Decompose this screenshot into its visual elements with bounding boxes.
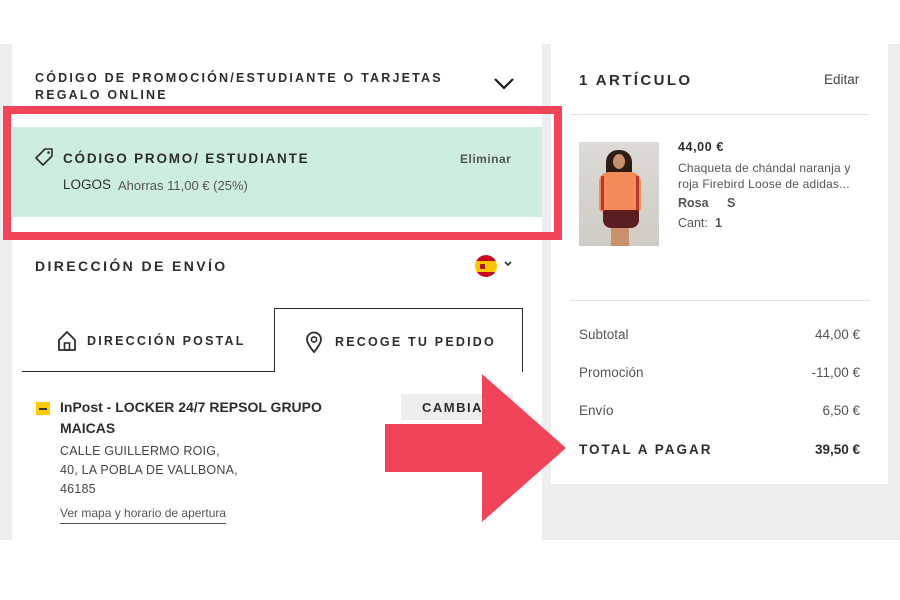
divider [570, 300, 870, 301]
pickup-address-line-1: CALLE GUILLERMO ROIG, [60, 444, 220, 458]
shipping-cost-value: 6,50 € [822, 403, 860, 418]
total-label: TOTAL A PAGAR [579, 442, 713, 457]
house-icon [58, 331, 76, 351]
edit-cart-link[interactable]: Editar [824, 72, 859, 87]
tab-pickup[interactable]: RECOGE TU PEDIDO [274, 308, 523, 372]
product-color: Rosa [678, 196, 709, 210]
shipping-cost-label: Envío [579, 403, 614, 418]
pointer-arrow-icon [385, 374, 566, 522]
country-chevron-down-icon[interactable] [503, 259, 513, 269]
product-price: 44,00 € [678, 140, 724, 154]
tab-postal-label: DIRECCIÓN POSTAL [87, 334, 246, 348]
product-size: S [727, 196, 736, 210]
map-and-hours-link[interactable]: Ver mapa y horario de apertura [60, 506, 227, 524]
promo-section-title[interactable]: CÓDIGO DE PROMOCIÓN/ESTUDIANTE O TARJETA… [35, 70, 455, 104]
product-name[interactable]: Chaqueta de chándal naranja y roja Fireb… [678, 160, 863, 192]
product-image[interactable] [579, 142, 659, 246]
quantity-label: Cant: [678, 216, 708, 230]
promotion-label: Promoción [579, 365, 644, 380]
promo-highlight-box [3, 106, 562, 240]
pickup-address-line-3: 46185 [60, 482, 96, 496]
total-value: 39,50 € [814, 442, 860, 457]
pickup-address-line-2: 40, LA POBLA DE VALLBONA, [60, 463, 238, 477]
shipping-address-title: DIRECCIÓN DE ENVÍO [35, 258, 228, 274]
item-count: 1 ARTÍCULO [579, 72, 693, 89]
spain-flag-icon[interactable] [475, 255, 497, 277]
location-pin-icon [306, 331, 322, 353]
tab-postal-address[interactable]: DIRECCIÓN POSTAL [22, 308, 276, 372]
subtotal-value: 44,00 € [814, 327, 860, 342]
promotion-value: -11,00 € [811, 365, 860, 380]
quantity-value: 1 [715, 216, 722, 230]
inpost-logo-icon [36, 402, 50, 415]
tab-pickup-label: RECOGE TU PEDIDO [335, 335, 496, 349]
chevron-down-icon[interactable] [492, 74, 516, 94]
pickup-point-name: InPost - LOCKER 24/7 REPSOL GRUPO MAICAS [60, 399, 322, 436]
divider [570, 114, 870, 115]
order-summary-panel: 1 ARTÍCULO Editar 44,00 € Chaqueta de ch… [551, 44, 888, 484]
subtotal-label: Subtotal [579, 327, 629, 342]
